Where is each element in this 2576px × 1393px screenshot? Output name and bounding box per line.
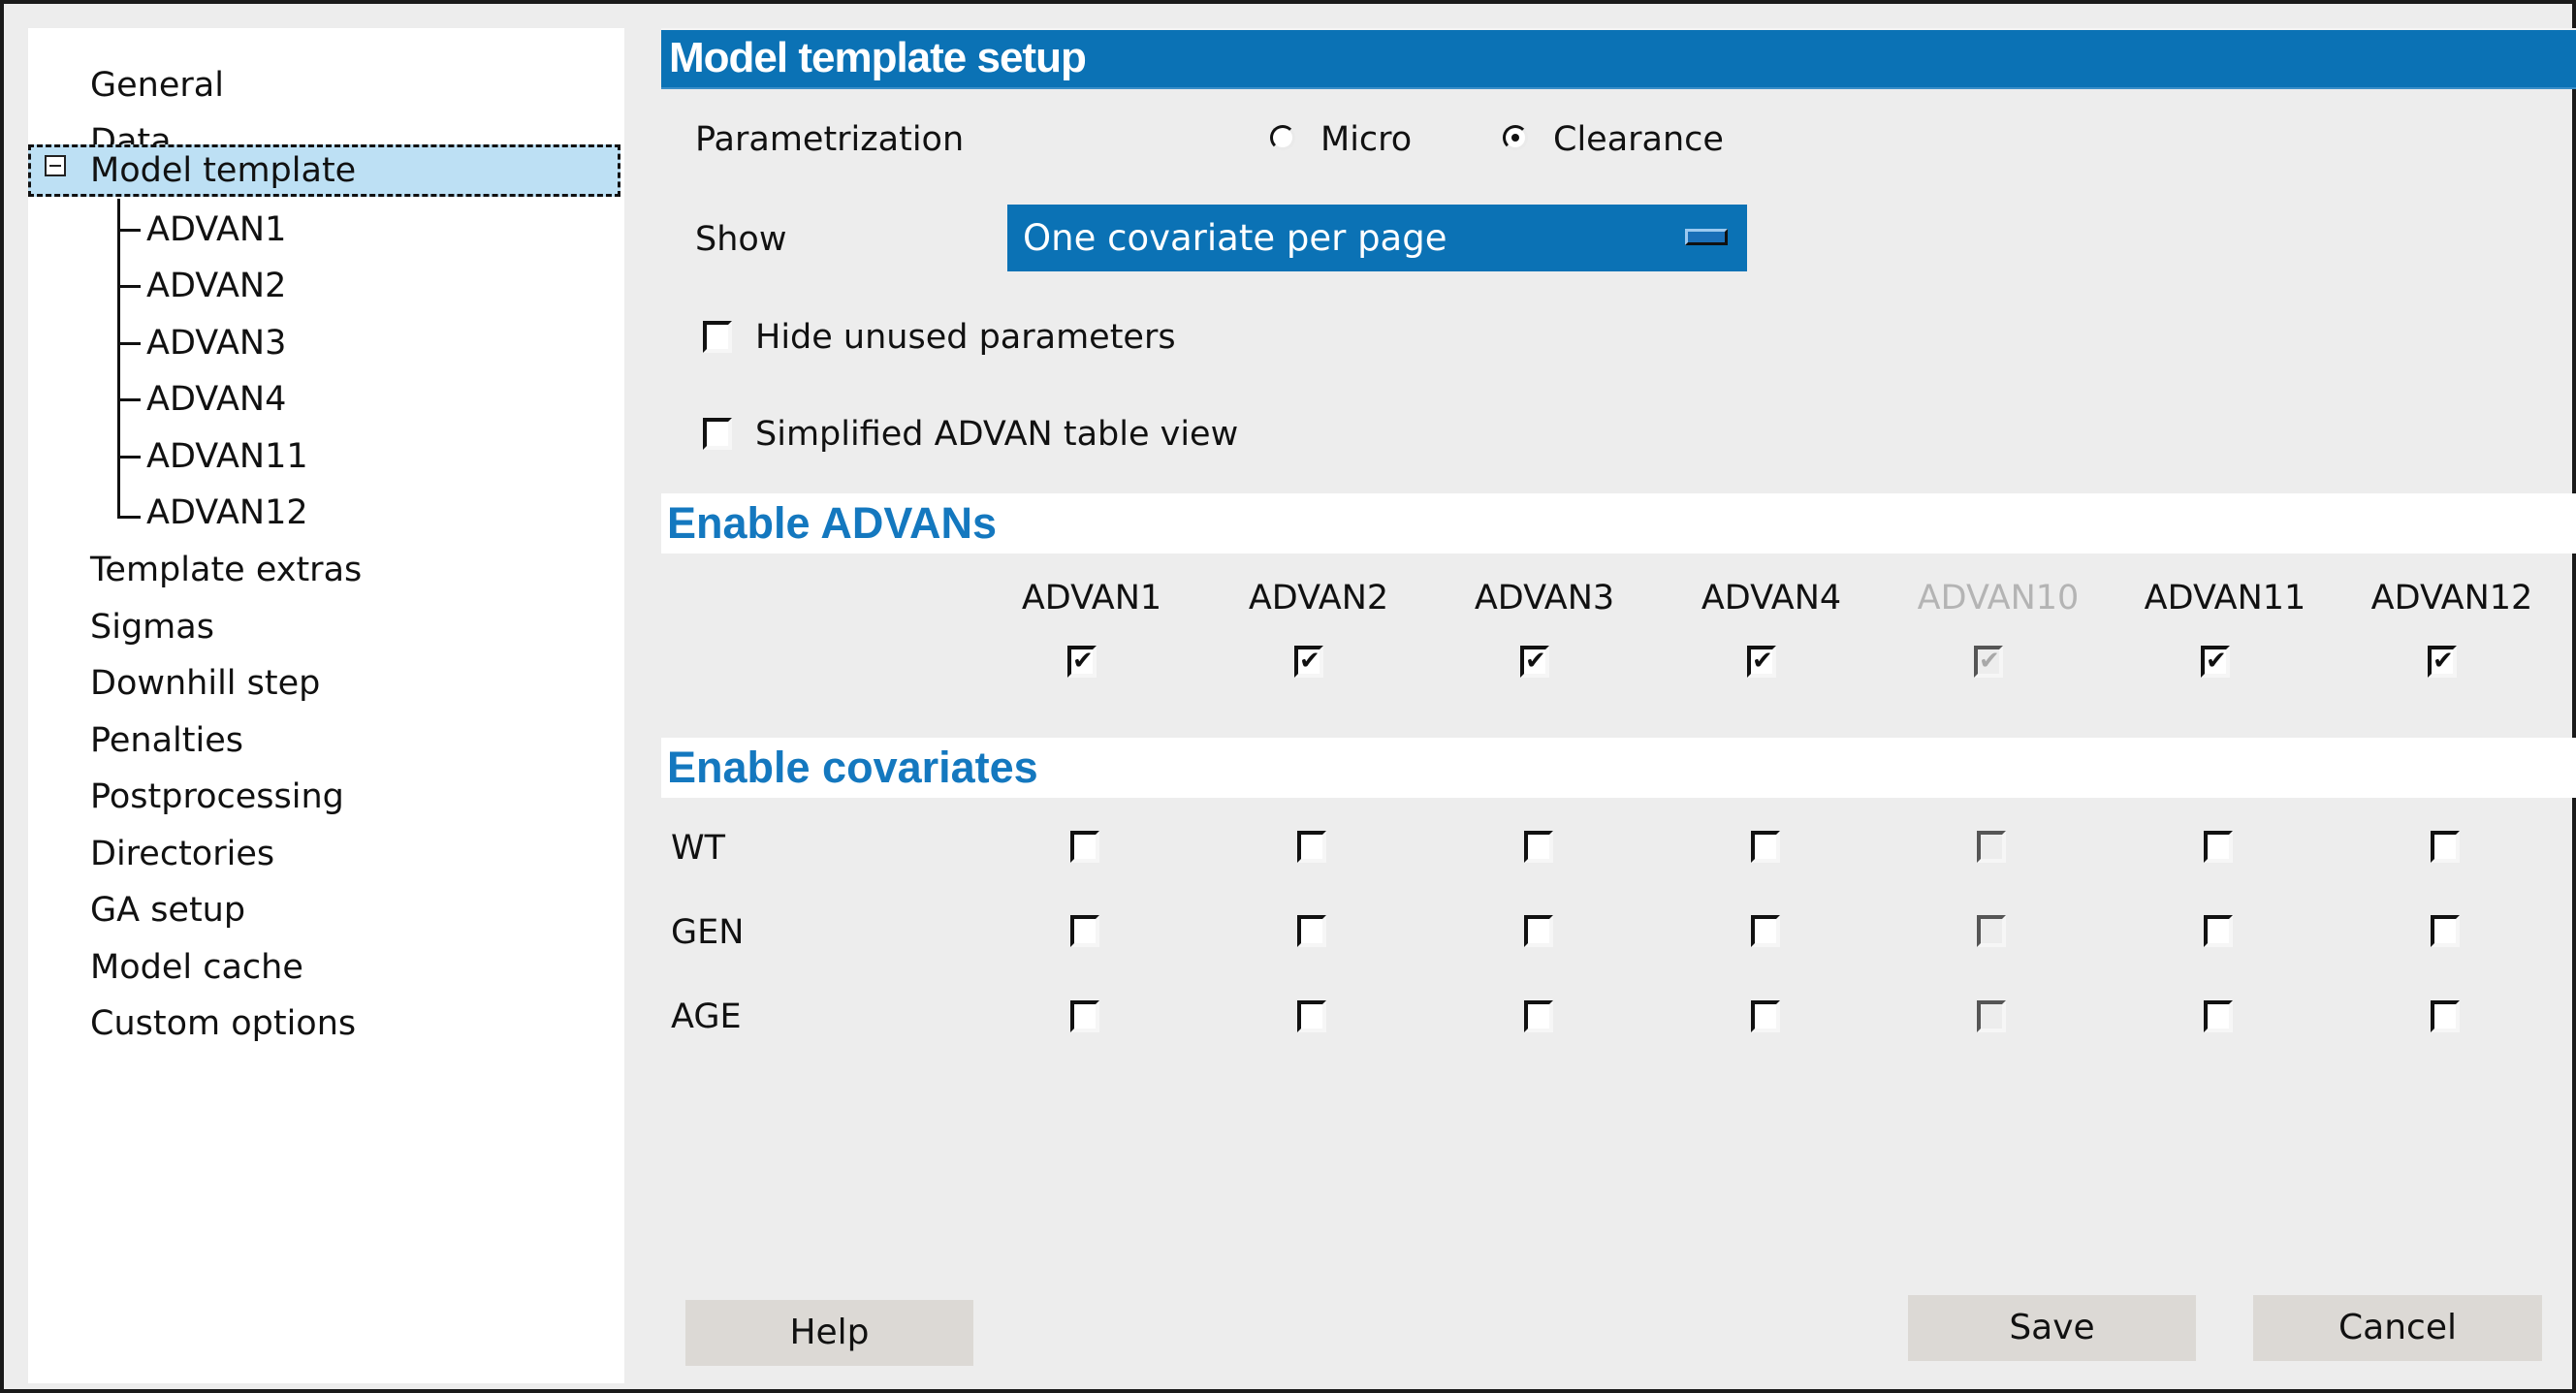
sidebar-item-label: ADVAN3 bbox=[146, 324, 287, 363]
covariate-checkbox[interactable] bbox=[1070, 831, 1099, 863]
tree-connector-line bbox=[117, 199, 120, 519]
sidebar-item-label: Directories bbox=[90, 835, 275, 873]
advan-enable-checkbox[interactable] bbox=[1520, 646, 1549, 678]
enable-covariates-header: Enable covariates bbox=[661, 738, 2576, 798]
advan-enable-checkbox[interactable] bbox=[1294, 646, 1323, 678]
advan-column-label: ADVAN2 bbox=[1248, 579, 1389, 617]
sidebar-item-label: GA setup bbox=[90, 891, 246, 930]
covariate-checkbox[interactable] bbox=[1070, 915, 1099, 947]
tree-connector-branch bbox=[117, 516, 141, 519]
covariate-checkbox bbox=[1977, 831, 2006, 863]
hide-unused-checkbox[interactable] bbox=[703, 321, 732, 353]
covariate-checkbox[interactable] bbox=[2431, 1000, 2460, 1032]
covariate-checkbox[interactable] bbox=[2204, 831, 2233, 863]
advan-column-label: ADVAN12 bbox=[2370, 579, 2533, 617]
page-title: Model template setup bbox=[669, 34, 1087, 81]
sidebar-item-label: ADVAN11 bbox=[146, 437, 308, 476]
covariate-checkbox[interactable] bbox=[1070, 1000, 1099, 1032]
dropdown-button-icon bbox=[1685, 229, 1728, 245]
radio-clearance-label[interactable]: Clearance bbox=[1553, 118, 1724, 161]
sidebar-item-label: Custom options bbox=[90, 1004, 357, 1043]
covariate-checkbox[interactable] bbox=[1297, 831, 1326, 863]
covariate-checkbox[interactable] bbox=[1751, 831, 1780, 863]
covariate-checkbox[interactable] bbox=[1297, 915, 1326, 947]
tree-connector-branch bbox=[117, 456, 141, 459]
advan-enable-checkbox[interactable] bbox=[2201, 646, 2230, 678]
sidebar-item-label: ADVAN4 bbox=[146, 380, 287, 419]
sidebar-item-model-template[interactable]: Model template bbox=[28, 144, 620, 197]
tree-connector-branch bbox=[117, 342, 141, 345]
advan-column-label: ADVAN10 bbox=[1917, 579, 2080, 617]
advan-enable-checkbox[interactable] bbox=[1067, 646, 1097, 678]
show-dropdown-value: One covariate per page bbox=[1023, 217, 1447, 259]
covariate-checkbox[interactable] bbox=[1524, 831, 1553, 863]
tree-connector-branch bbox=[117, 398, 141, 401]
cancel-button[interactable]: Cancel bbox=[2253, 1295, 2542, 1361]
sidebar-item-label: Model template bbox=[90, 151, 357, 190]
covariate-label-wt: WT bbox=[671, 829, 725, 868]
section-title: Enable ADVANs bbox=[667, 498, 998, 548]
save-button[interactable]: Save bbox=[1908, 1295, 2196, 1361]
sidebar-item-label: ADVAN2 bbox=[146, 267, 287, 305]
advan-column-label: ADVAN1 bbox=[1021, 579, 1162, 617]
radio-clearance[interactable] bbox=[1503, 125, 1528, 150]
sidebar-tree: General Data Model template ADVAN1 ADVAN… bbox=[28, 28, 624, 1383]
covariate-checkbox[interactable] bbox=[2431, 831, 2460, 863]
sidebar-item-label: Template extras bbox=[90, 551, 363, 589]
show-dropdown[interactable]: One covariate per page bbox=[1007, 205, 1747, 271]
enable-advans-header: Enable ADVANs bbox=[661, 493, 2576, 554]
sidebar-item-label: Model cache bbox=[90, 948, 303, 987]
parametrization-label: Parametrization bbox=[695, 120, 965, 159]
covariate-checkbox[interactable] bbox=[1751, 915, 1780, 947]
advan-enable-checkbox bbox=[1974, 646, 2003, 678]
radio-micro-label[interactable]: Micro bbox=[1320, 118, 1412, 161]
advan-enable-checkbox[interactable] bbox=[1747, 646, 1776, 678]
hide-unused-label[interactable]: Hide unused parameters bbox=[755, 316, 1176, 359]
section-title: Enable covariates bbox=[667, 743, 1038, 792]
covariate-checkbox[interactable] bbox=[1524, 1000, 1553, 1032]
covariate-checkbox[interactable] bbox=[2204, 915, 2233, 947]
covariate-label-gen: GEN bbox=[671, 913, 745, 952]
simplified-table-checkbox[interactable] bbox=[703, 418, 732, 450]
help-button[interactable]: Help bbox=[685, 1300, 973, 1366]
show-label: Show bbox=[695, 220, 787, 259]
simplified-table-label[interactable]: Simplified ADVAN table view bbox=[755, 413, 1238, 456]
advan-column-label: ADVAN11 bbox=[2144, 579, 2306, 617]
collapse-icon[interactable] bbox=[45, 155, 66, 176]
covariate-checkbox[interactable] bbox=[1297, 1000, 1326, 1032]
sidebar-item-label: Postprocessing bbox=[90, 777, 344, 816]
tree-connector-branch bbox=[117, 229, 141, 232]
sidebar-item-label: Sigmas bbox=[90, 608, 214, 647]
sidebar-item-label: Downhill step bbox=[90, 664, 321, 703]
advan-enable-checkbox[interactable] bbox=[2428, 646, 2457, 678]
radio-micro[interactable] bbox=[1270, 125, 1295, 150]
covariate-checkbox[interactable] bbox=[1751, 1000, 1780, 1032]
covariate-checkbox bbox=[1977, 1000, 2006, 1032]
covariate-checkbox[interactable] bbox=[2204, 1000, 2233, 1032]
sidebar-item-label: General bbox=[90, 66, 224, 105]
covariate-checkbox[interactable] bbox=[2431, 915, 2460, 947]
covariate-checkbox bbox=[1977, 915, 2006, 947]
covariate-label-age: AGE bbox=[671, 997, 742, 1036]
dialog-window: General Data Model template ADVAN1 ADVAN… bbox=[0, 0, 2576, 1393]
advan-column-label: ADVAN4 bbox=[1701, 579, 1842, 617]
sidebar-item-label: ADVAN12 bbox=[146, 493, 308, 532]
page-header: Model template setup bbox=[661, 28, 2576, 89]
advan-column-label: ADVAN3 bbox=[1474, 579, 1615, 617]
sidebar-item-label: Penalties bbox=[90, 721, 243, 760]
tree-connector-branch bbox=[117, 285, 141, 288]
sidebar-item-label: ADVAN1 bbox=[146, 210, 287, 249]
covariate-checkbox[interactable] bbox=[1524, 915, 1553, 947]
